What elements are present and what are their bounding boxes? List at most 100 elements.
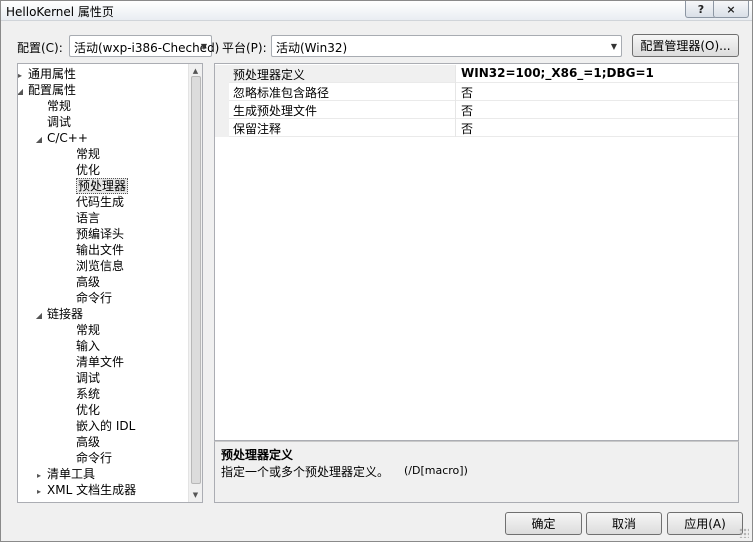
property-value[interactable]: 否: [461, 84, 473, 101]
scroll-thumb[interactable]: [191, 76, 201, 484]
property-tree[interactable]: ▸ 通用属性 ◢ 配置属性 常规 调试 ◢ C/C++ 常规 优化 预处理器 代码生成 语言 预编译头 输出…: [17, 63, 203, 503]
tree-item-label: 链接器: [47, 307, 84, 321]
config-manager-button[interactable]: 配置管理器(O)...: [632, 34, 739, 57]
row-gutter: [215, 65, 229, 83]
tree-item[interactable]: 优化: [76, 162, 100, 178]
tree-item[interactable]: 预编译头: [76, 226, 124, 242]
property-grid[interactable]: 预处理器定义 WIN32=100;_X86_=1;DBG=1 忽略标准包含路径否生成…: [214, 63, 739, 441]
column-divider[interactable]: [455, 101, 456, 119]
tree-item-label: XML 文档生成器: [47, 483, 137, 497]
expand-arrow-icon[interactable]: ▸: [34, 484, 44, 500]
config-label: 配置(C):: [17, 41, 63, 55]
tree-item-label: 常规: [76, 323, 101, 337]
tree-item[interactable]: 嵌入的 IDL: [76, 418, 135, 434]
description-switch: (/D[macro]): [404, 464, 468, 477]
help-icon: ?: [697, 2, 705, 16]
collapse-arrow-icon[interactable]: ◢: [34, 132, 44, 148]
tree-item[interactable]: 常规: [76, 322, 100, 338]
tree-item-label: 代码生成: [76, 195, 125, 209]
description-panel: 预处理器定义 指定一个或多个预处理器定义。 (/D[macro]): [214, 441, 739, 503]
tree-item[interactable]: 代码生成: [76, 194, 124, 210]
cancel-button[interactable]: 取消: [586, 512, 662, 535]
row-gutter: [215, 119, 229, 137]
tree-item[interactable]: ▸ 清单工具: [34, 466, 95, 482]
tree-item-label: 通用属性: [28, 67, 77, 81]
property-name: 忽略标准包含路径: [233, 86, 330, 100]
tree-scrollbar[interactable]: ▲ ▼: [188, 64, 202, 502]
collapse-arrow-icon[interactable]: ◢: [34, 308, 44, 324]
tree-item[interactable]: ▸ XML 文档生成器: [34, 482, 136, 498]
chevron-down-icon: ▼: [200, 41, 208, 51]
scroll-down-icon[interactable]: ▼: [189, 488, 202, 502]
tree-item-label: 常规: [47, 99, 72, 113]
resize-grip-icon[interactable]: [739, 528, 749, 538]
apply-button[interactable]: 应用(A): [667, 512, 743, 535]
title-bar[interactable]: HelloKernel 属性页 ? ×: [1, 1, 752, 21]
property-pages-window: HelloKernel 属性页 ? × 配置(C): 活动(wxp-i386-C…: [0, 0, 753, 542]
property-name: 保留注释: [233, 122, 282, 136]
tree-item[interactable]: 预处理器: [76, 178, 129, 194]
property-value[interactable]: WIN32=100;_X86_=1;DBG=1: [461, 66, 654, 80]
tree-item[interactable]: 命令行: [76, 290, 112, 306]
description-title: 预处理器定义: [221, 448, 294, 462]
tree-item[interactable]: 输入: [76, 338, 100, 354]
window-title: HelloKernel 属性页: [6, 5, 114, 19]
property-row[interactable]: 保留注释 否: [215, 119, 738, 137]
property-row[interactable]: 预处理器定义 WIN32=100;_X86_=1;DBG=1: [215, 65, 738, 83]
close-button[interactable]: ×: [713, 1, 749, 18]
tree-item[interactable]: 系统: [76, 386, 100, 402]
column-divider[interactable]: [455, 119, 456, 137]
chevron-down-icon: ▼: [610, 41, 618, 51]
tree-item[interactable]: 高级: [76, 434, 100, 450]
tree-item-label: 命令行: [76, 291, 113, 305]
property-value[interactable]: 否: [461, 120, 473, 137]
tree-item[interactable]: 调试: [47, 114, 71, 130]
tree-item[interactable]: 常规: [76, 146, 100, 162]
tree-item-label: 浏览信息: [76, 259, 125, 273]
property-name: 预处理器定义: [233, 68, 306, 82]
tree-item-label: 配置属性: [28, 83, 77, 97]
tree-item[interactable]: ▸ 通用属性: [18, 66, 77, 82]
tree-item-label: 调试: [76, 371, 101, 385]
config-select[interactable]: 活动(wxp-i386-Cheched) ▼: [69, 35, 219, 57]
tree-item[interactable]: 命令行: [76, 450, 112, 466]
tree-item[interactable]: 输出文件: [76, 242, 124, 258]
tree-item[interactable]: 高级: [76, 274, 100, 290]
tree-item-label: 常规: [76, 147, 101, 161]
column-divider[interactable]: [455, 65, 456, 83]
column-divider[interactable]: [455, 83, 456, 101]
tree-item-label: 清单工具: [47, 467, 96, 481]
close-icon: ×: [726, 2, 736, 16]
tree-item[interactable]: ◢ C/C++: [34, 130, 88, 146]
ok-button[interactable]: 确定: [505, 512, 582, 535]
tree-item-label: 命令行: [76, 451, 113, 465]
tree-item-label: 语言: [76, 211, 101, 225]
tree-item-label: 清单文件: [76, 355, 125, 369]
tree-item[interactable]: 常规: [47, 98, 71, 114]
tree-item-label: 预编译头: [76, 227, 125, 241]
tree-item[interactable]: 调试: [76, 370, 100, 386]
tree-item[interactable]: ◢ 配置属性: [18, 82, 77, 100]
tree-item[interactable]: 优化: [76, 402, 100, 418]
property-value[interactable]: 否: [461, 102, 473, 119]
tree-item-label: 优化: [76, 403, 101, 417]
row-gutter: [215, 101, 229, 119]
tree-item[interactable]: ◢ 链接器: [34, 306, 83, 322]
platform-label: 平台(P):: [222, 41, 267, 55]
tree-item-label: C/C++: [47, 131, 88, 145]
row-gutter: [215, 83, 229, 101]
property-row[interactable]: 忽略标准包含路径 否: [215, 83, 738, 101]
tree-item[interactable]: 浏览信息: [76, 258, 124, 274]
tree-item-label: 输入: [76, 339, 101, 353]
tree-item-label: 输出文件: [76, 243, 125, 257]
tree-item[interactable]: 语言: [76, 210, 100, 226]
property-row[interactable]: 生成预处理文件 否: [215, 101, 738, 119]
platform-select[interactable]: 活动(Win32) ▼: [271, 35, 622, 57]
tree-item[interactable]: 清单文件: [76, 354, 124, 370]
tree-item-label: 预处理器: [76, 178, 129, 194]
collapse-arrow-icon[interactable]: ◢: [18, 84, 25, 100]
property-name: 生成预处理文件: [233, 104, 318, 118]
tree-item-label: 高级: [76, 435, 101, 449]
tree-item-label: 优化: [76, 163, 101, 177]
tree-item-label: 嵌入的 IDL: [76, 419, 136, 433]
